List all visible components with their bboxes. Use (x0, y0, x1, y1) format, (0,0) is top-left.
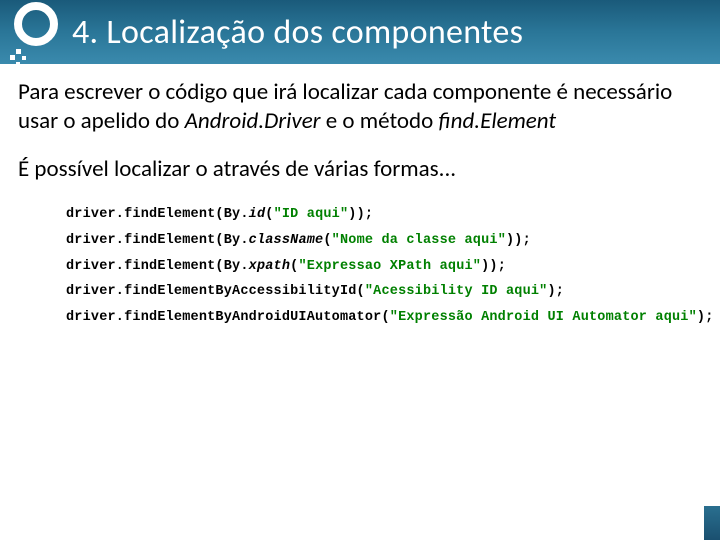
code-line: driver.findElement(By.id("ID aqui")); (66, 202, 702, 228)
logo-circle-icon (14, 2, 58, 46)
p1-text-c: e o método (321, 107, 439, 135)
corner-accent (704, 506, 720, 540)
code-line: driver.findElementByAccessibilityId("Ace… (66, 279, 702, 305)
paragraph-intro: Para escrever o código que irá localizar… (18, 78, 702, 137)
code-line: driver.findElementByAndroidUIAutomator("… (66, 305, 702, 331)
code-line: driver.findElement(By.className("Nome da… (66, 228, 702, 254)
code-block: driver.findElement(By.id("ID aqui"));dri… (18, 202, 702, 330)
slide-header: 4. Localização dos componentes (0, 0, 720, 64)
paragraph-forms: É possível localizar o através de várias… (18, 155, 702, 184)
slide-title: 4. Localização dos componentes (72, 12, 523, 53)
slide-content: Para escrever o código que irá localizar… (0, 64, 720, 331)
p1-androiddriver: Android.Driver (185, 107, 321, 135)
logo (8, 0, 64, 64)
code-line: driver.findElement(By.xpath("Expressao X… (66, 254, 702, 280)
p1-findelement: find.Element (438, 107, 556, 135)
